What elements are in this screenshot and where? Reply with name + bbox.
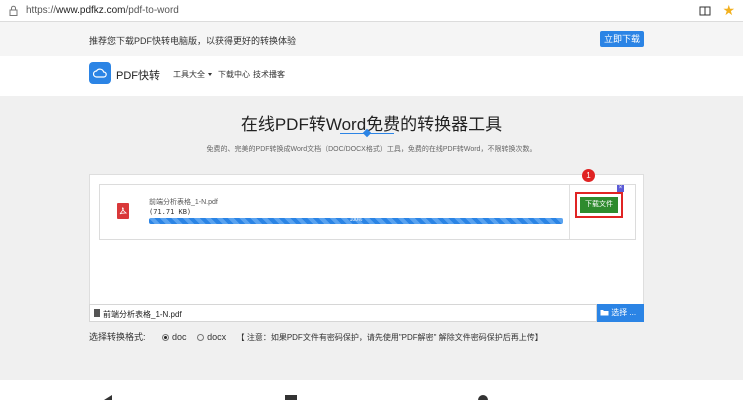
password-note: 【 注意：如果PDF文件有密码保护，请先使用"PDF解密" 解除文件密码保护后再…: [236, 333, 543, 342]
lock-icon: [6, 4, 20, 18]
file-size: (71.71 KB): [149, 208, 192, 216]
file-path-field[interactable]: 前端分析表格_1-N.pdf: [89, 304, 597, 322]
feature-icon-2: [285, 395, 297, 400]
feature-icons-row: [0, 380, 743, 400]
page-title: 在线PDF转Word免费的转换器工具: [240, 115, 503, 134]
promo-banner: 推荐您下载PDF快转电脑版，以获得更好的转换体验 立即下载: [0, 22, 743, 56]
file-name: 前端分析表格_1-N.pdf: [149, 199, 218, 206]
pdf-file-icon: [117, 203, 129, 219]
upload-panel: 前端分析表格_1-N.pdf (71.71 KB) 100% 1 × 下载文件: [89, 169, 644, 306]
feature-icon-1: [104, 395, 112, 400]
format-option-doc[interactable]: doc: [162, 332, 187, 342]
reader-view-icon[interactable]: [699, 4, 713, 18]
cloud-logo-icon[interactable]: [89, 62, 111, 84]
nav-download-center[interactable]: 下载中心: [218, 69, 250, 80]
selected-file-name: 前端分析表格_1-N.pdf: [103, 310, 182, 319]
format-selector: 选择转换格式: doc docx 【 注意：如果PDF文件有密码保护，请先使用"…: [89, 330, 543, 344]
radio-docx[interactable]: [197, 334, 205, 342]
site-nav: PDF快转 工具大全 下载中心 技术播客: [0, 56, 743, 96]
progress-label: 100%: [349, 217, 363, 223]
download-now-button[interactable]: 立即下载: [600, 31, 644, 47]
format-option-docx[interactable]: docx: [197, 332, 226, 342]
logo-text[interactable]: PDF快转: [116, 67, 160, 83]
promo-text: 推荐您下载PDF快转电脑版，以获得更好的转换体验: [89, 36, 297, 46]
main-content: 在线PDF转Word免费的转换器工具 免费的、完美的PDF转换成Word文档（D…: [0, 96, 743, 380]
download-highlight-frame: 下载文件: [575, 192, 623, 218]
download-file-button[interactable]: 下载文件: [580, 197, 618, 213]
folder-open-icon: [600, 310, 609, 316]
card-divider: [569, 185, 570, 239]
file-card: 前端分析表格_1-N.pdf (71.71 KB) 100% 1 × 下载文件: [99, 169, 636, 240]
radio-doc[interactable]: [162, 334, 170, 342]
nav-tech-blog[interactable]: 技术播客: [253, 69, 285, 80]
feature-icon-3: [478, 395, 488, 400]
close-icon[interactable]: ×: [617, 185, 624, 192]
step-badge: 1: [582, 169, 595, 182]
browser-address-bar[interactable]: https://www.pdfkz.com/pdf-to-word ★: [0, 0, 743, 22]
chevron-down-icon: [208, 73, 212, 77]
page-subtitle: 免费的、完美的PDF转换成Word文档（DOC/DOCX格式）工具，免费的在线P…: [206, 146, 537, 153]
url-text[interactable]: https://www.pdfkz.com/pdf-to-word: [26, 5, 179, 16]
nav-tools-menu[interactable]: 工具大全: [173, 69, 212, 80]
choose-file-label: 选择 ...: [611, 308, 637, 317]
format-label: 选择转换格式:: [89, 332, 146, 342]
file-icon: [94, 309, 100, 317]
conversion-progress-bar: 100%: [149, 217, 563, 224]
choose-file-button[interactable]: 选择 ...: [597, 304, 644, 322]
bookmark-star-icon[interactable]: ★: [722, 2, 735, 18]
